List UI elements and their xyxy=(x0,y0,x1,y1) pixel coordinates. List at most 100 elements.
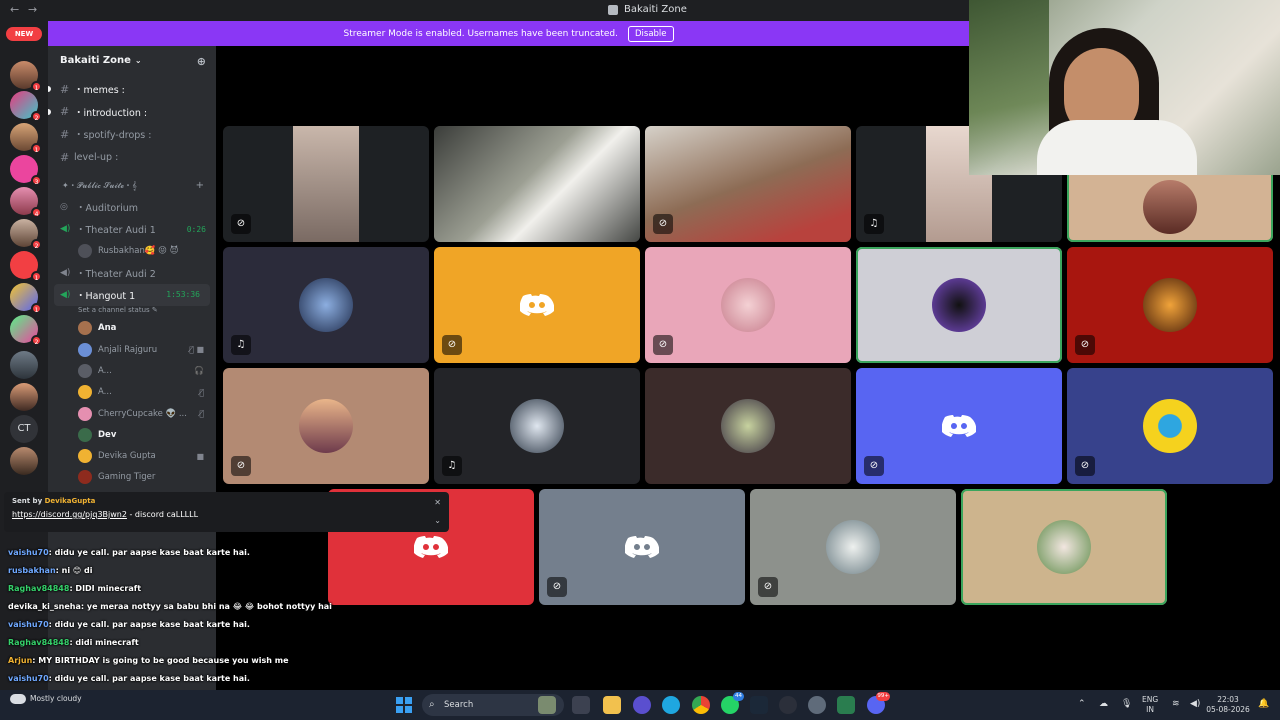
voice-member[interactable]: Anjali Rajguru 🎙̸ ■ xyxy=(48,339,216,360)
server-icon-8[interactable]: 1 xyxy=(10,283,42,314)
voice-member[interactable]: Devika Gupta ■ xyxy=(48,445,216,466)
background-plant xyxy=(969,0,1049,175)
clock-time: 22:03 xyxy=(1217,695,1239,704)
hash-icon: # xyxy=(60,150,70,164)
voice-member[interactable]: Rusbakhan🥰 😝 😈 xyxy=(48,240,216,261)
camera-feed xyxy=(293,126,359,242)
channel-label: ・Theater Audi 1 xyxy=(76,225,156,237)
weather-widget[interactable]: Mostly cloudy xyxy=(10,694,82,704)
video-tile[interactable]: ⊘ xyxy=(645,247,851,363)
channel-theater-audi-2[interactable]: ◀) ・Theater Audi 2 xyxy=(48,262,216,284)
chat-user: devika_ki_sneha xyxy=(8,602,81,611)
video-tile[interactable]: ⊘ xyxy=(223,368,429,484)
server-icon-12[interactable] xyxy=(10,447,38,475)
channel-label: level-up : xyxy=(74,151,119,163)
video-tile[interactable] xyxy=(856,247,1062,363)
video-tile[interactable]: ⊘ xyxy=(539,489,745,605)
muted-mic-icon: ⊘ xyxy=(758,577,778,597)
server-header[interactable]: Bakaiti Zone ⌄ ⊕ xyxy=(48,46,216,78)
app-icon[interactable] xyxy=(837,696,855,714)
video-tile[interactable]: ⊘ xyxy=(856,368,1062,484)
avatar xyxy=(78,385,92,400)
channel-status[interactable]: Set a channel status ✎ xyxy=(48,306,216,318)
settings-icon[interactable] xyxy=(808,696,826,714)
video-tile[interactable] xyxy=(961,489,1167,605)
server-icon-3[interactable]: 1 xyxy=(10,123,42,154)
voice-member[interactable]: A... 🎧 xyxy=(48,360,216,381)
server-icon-6[interactable]: 2 xyxy=(10,219,42,250)
edge-icon[interactable] xyxy=(662,696,680,714)
cloud-sync-icon[interactable]: ☁ xyxy=(1099,699,1108,709)
create-channel-icon[interactable]: + xyxy=(196,180,204,191)
video-tile[interactable]: ♫ xyxy=(223,247,429,363)
volume-icon[interactable]: ◀) xyxy=(1190,699,1200,709)
voice-member[interactable]: Gaming Tiger xyxy=(48,467,216,488)
video-tile[interactable]: ⊘ xyxy=(750,489,956,605)
channel-auditorium[interactable]: ◎ ・Auditorium xyxy=(48,196,216,218)
channel-spotify-drops[interactable]: # ・spotify-drops : xyxy=(48,123,216,146)
server-badge: 2 xyxy=(31,335,42,346)
server-icon-4[interactable]: 3 xyxy=(10,155,42,186)
video-tile[interactable] xyxy=(645,368,851,484)
disable-button[interactable]: Disable xyxy=(627,25,674,42)
language-indicator[interactable]: ENG IN xyxy=(1142,695,1158,715)
video-tile[interactable] xyxy=(434,126,640,242)
microphone-icon[interactable]: 🎙 xyxy=(1121,699,1132,709)
task-view-icon[interactable] xyxy=(572,696,590,714)
widgets-icon[interactable] xyxy=(538,696,556,714)
dismiss-icon[interactable]: ✕ xyxy=(434,498,441,507)
pinned-message[interactable]: Sent by DevikaGupta https://discord.gg/p… xyxy=(4,492,449,532)
avatar xyxy=(721,399,775,453)
server-icon-5[interactable]: 4 xyxy=(10,187,42,218)
video-tile[interactable]: ♫ xyxy=(434,368,640,484)
search-icon: ⌕ xyxy=(429,699,435,710)
notification-bell-icon[interactable]: 🔔 xyxy=(1258,699,1269,709)
discord-icon[interactable]: 99+ xyxy=(867,692,890,714)
voice-member[interactable]: Dev xyxy=(48,424,216,445)
chat-user: Arjun xyxy=(8,656,33,665)
whatsapp-icon[interactable]: 44 xyxy=(721,692,744,714)
channel-introduction[interactable]: # ・introduction : xyxy=(48,101,216,124)
add-member-icon[interactable]: ⊕ xyxy=(197,55,206,68)
voice-member[interactable]: Ana xyxy=(48,318,216,339)
chat-message: rusbakhan: ni 😊 di xyxy=(8,566,92,575)
category-public-suite[interactable]: ✦・𝓟𝓾𝓫𝓵𝓲𝓬 𝓢𝓾𝓲𝓽𝓮・𝄞 + xyxy=(48,174,216,196)
server-icon-10[interactable] xyxy=(10,351,38,379)
channel-level-up[interactable]: # level-up : xyxy=(48,146,216,169)
server-icon-7[interactable]: 1 xyxy=(10,251,42,282)
voice-member[interactable]: A... 🎙̸ xyxy=(48,382,216,403)
chat-user: vaishu70 xyxy=(8,674,49,683)
back-arrow-icon[interactable]: ← xyxy=(10,3,19,16)
app-icon[interactable] xyxy=(779,696,797,714)
server-icon-1[interactable]: 1 xyxy=(10,61,42,92)
channel-hangout-1[interactable]: ◀) ・Hangout 1 1:53:36 xyxy=(54,283,210,306)
channel-memes[interactable]: # ・memes : xyxy=(48,78,216,101)
avatar xyxy=(78,363,92,378)
forward-arrow-icon[interactable]: → xyxy=(28,3,37,16)
windows-start-icon[interactable] xyxy=(396,697,412,713)
invite-link[interactable]: https://discord.gg/pjq3Bjwn2 xyxy=(12,510,127,519)
video-tile[interactable]: ⊘ xyxy=(223,126,429,242)
chevron-down-icon[interactable]: ⌄ xyxy=(434,516,441,525)
obs-icon[interactable] xyxy=(633,696,651,714)
server-icon-9[interactable]: 2 xyxy=(10,315,42,346)
wifi-icon[interactable]: ≋ xyxy=(1172,699,1180,709)
pinned-text: - discord caLLLLL xyxy=(126,510,199,519)
pinned-header: Sent by DevikaGupta xyxy=(12,497,441,505)
server-icon-2[interactable]: 2 xyxy=(10,91,42,122)
chat-message: vaishu70: didu ye call. par aapse kase b… xyxy=(8,620,250,629)
video-tile[interactable]: ⊘ xyxy=(434,247,640,363)
server-icon-ct[interactable]: CT xyxy=(10,415,38,443)
server-icon-11[interactable] xyxy=(10,383,38,411)
channel-theater-audi-1[interactable]: ◀) ・Theater Audi 1 0:26 xyxy=(48,218,216,240)
voice-member[interactable]: CherryCupcake 👽 ... 🎙̸ xyxy=(48,403,216,424)
file-explorer-icon[interactable] xyxy=(603,696,621,714)
clock[interactable]: 22:03 05-08-2026 xyxy=(1206,695,1250,715)
video-tile[interactable]: ⊘ xyxy=(1067,368,1273,484)
new-badge[interactable]: NEW xyxy=(6,27,42,41)
chevron-up-icon[interactable]: ⌃ xyxy=(1078,699,1086,709)
video-tile[interactable]: ⊘ xyxy=(1067,247,1273,363)
chrome-icon[interactable] xyxy=(692,696,710,714)
steam-icon[interactable] xyxy=(750,696,768,714)
video-tile[interactable]: ⊘ xyxy=(645,126,851,242)
